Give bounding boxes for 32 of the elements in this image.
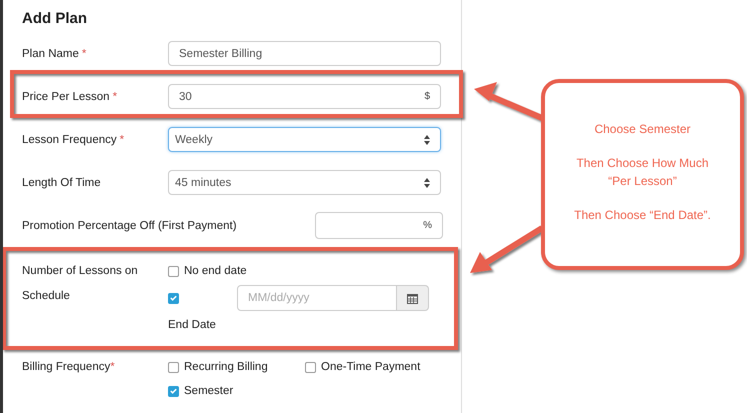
field-label: Billing Frequency* (22, 361, 116, 375)
text-field[interactable]: Semester Billing (168, 41, 441, 66)
option-label: One-Time Payment (321, 361, 420, 373)
field-label: Plan Name * (22, 48, 88, 60)
option-label: No end date (184, 265, 247, 277)
calendar-button[interactable] (397, 285, 429, 311)
checkbox[interactable] (168, 266, 179, 276)
field-label: Length Of Time (22, 176, 102, 188)
callout-text: Then Choose How Much “Per Lesson” (576, 154, 709, 190)
price-field[interactable]: 30 $ (168, 84, 441, 109)
field-label: Lesson Frequency * (22, 134, 126, 146)
field-label: Number of Lessons on (22, 265, 138, 277)
date-field[interactable]: MM/dd/yyyy (237, 285, 397, 311)
field-label: Promotion Percentage Off (First Payment) (22, 220, 237, 232)
select-field[interactable]: 45 minutes (168, 170, 441, 195)
checkbox[interactable] (305, 362, 316, 372)
checkbox[interactable] (168, 362, 179, 372)
field-label: Price Per Lesson * (22, 90, 118, 102)
form-title: Add Plan (22, 10, 88, 29)
calendar-icon (407, 292, 418, 304)
callout-text: Then Choose “End Date”. (574, 206, 711, 224)
percent-field[interactable]: % (315, 212, 443, 239)
callout-text: Choose Semester (594, 120, 691, 138)
field-label: Schedule (22, 290, 70, 302)
up-down-icon (424, 134, 430, 144)
checkbox[interactable] (168, 386, 179, 396)
up-down-icon (424, 178, 430, 188)
option-label: Semester (184, 385, 234, 397)
option-label: Recurring Billing (184, 361, 268, 373)
option-label: End Date (168, 319, 216, 331)
checkbox[interactable] (168, 292, 179, 304)
select-field[interactable]: Weekly (168, 127, 441, 152)
